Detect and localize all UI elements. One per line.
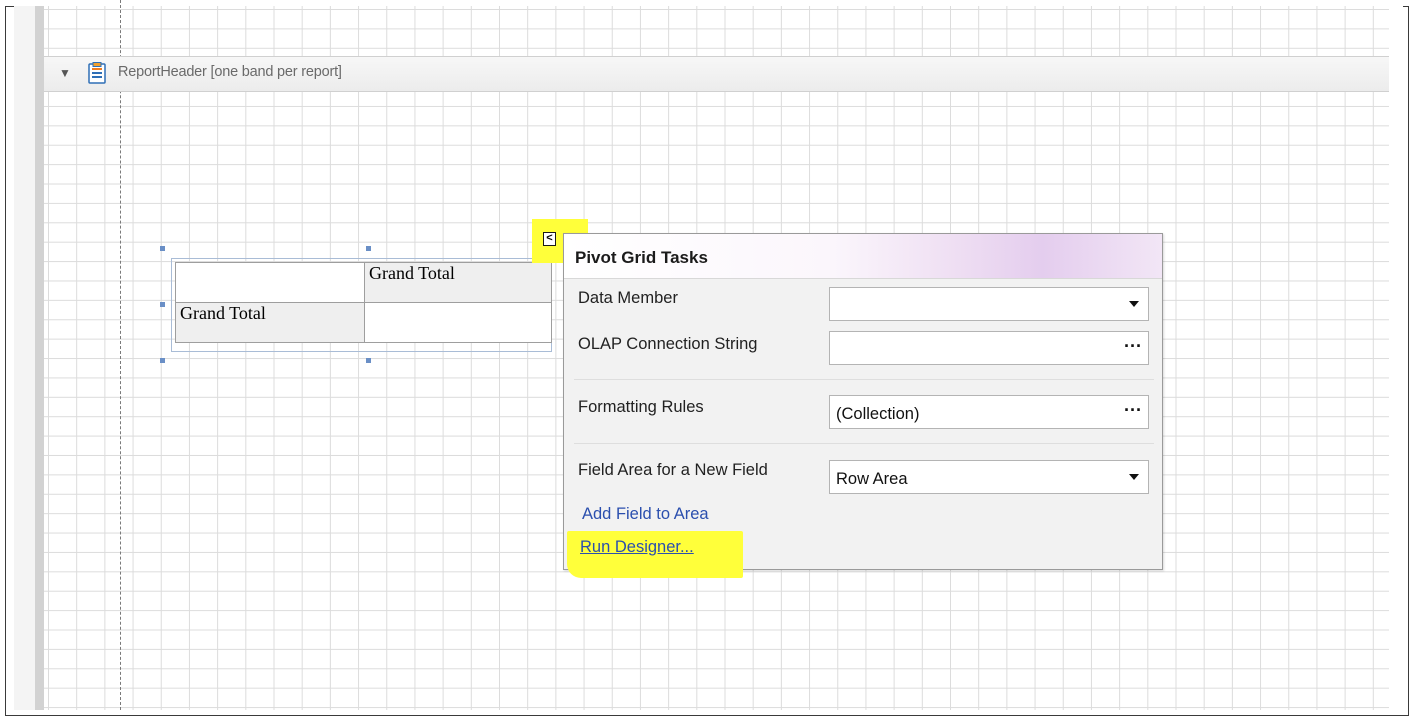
- pivot-grid-table[interactable]: Grand Total Grand Total: [175, 262, 552, 343]
- dropdown-arrow-icon[interactable]: [1129, 301, 1139, 307]
- run-designer-link[interactable]: Run Designer...: [580, 538, 694, 557]
- right-margin: [1389, 6, 1403, 710]
- formatting-rules-value: (Collection): [836, 405, 920, 423]
- smart-tag-button[interactable]: <: [543, 232, 556, 246]
- field-area-label: Field Area for a New Field: [578, 461, 768, 479]
- pivot-row-grand-total: Grand Total: [175, 302, 365, 343]
- olap-connection-string-label: OLAP Connection String: [578, 335, 758, 353]
- pivot-data-cell: [364, 302, 552, 343]
- vertical-ruler: [14, 6, 45, 710]
- field-area-dropdown[interactable]: Row Area: [829, 460, 1149, 494]
- ellipsis-button-icon[interactable]: ···: [1124, 400, 1142, 421]
- formatting-rules-label: Formatting Rules: [578, 398, 704, 416]
- report-header-icon: [88, 62, 106, 89]
- left-page-margin-line: [120, 0, 121, 710]
- selection-handle-bottom-left[interactable]: [160, 358, 165, 363]
- dropdown-arrow-icon[interactable]: [1129, 474, 1139, 480]
- band-label: ReportHeader [one band per report]: [118, 64, 342, 80]
- ellipsis-button-icon[interactable]: ···: [1124, 336, 1142, 357]
- separator: [574, 379, 1154, 380]
- pivot-empty-corner: [175, 262, 365, 303]
- pivot-column-grand-total: Grand Total: [364, 262, 552, 303]
- separator: [574, 443, 1154, 444]
- collapse-band-icon[interactable]: ▼: [59, 66, 71, 80]
- tasks-title: Pivot Grid Tasks: [575, 248, 708, 267]
- formatting-rules-field[interactable]: (Collection) ···: [829, 395, 1149, 429]
- field-area-value: Row Area: [836, 470, 908, 488]
- olap-connection-string-field[interactable]: ···: [829, 331, 1149, 365]
- selection-handle-middle-left[interactable]: [160, 302, 165, 307]
- add-field-to-area-link[interactable]: Add Field to Area: [582, 505, 709, 524]
- data-member-dropdown[interactable]: [829, 287, 1149, 321]
- selection-handle-top-left[interactable]: [160, 246, 165, 251]
- selection-handle-top-middle[interactable]: [366, 246, 371, 251]
- data-member-label: Data Member: [578, 289, 678, 307]
- selection-handle-bottom-middle[interactable]: [366, 358, 371, 363]
